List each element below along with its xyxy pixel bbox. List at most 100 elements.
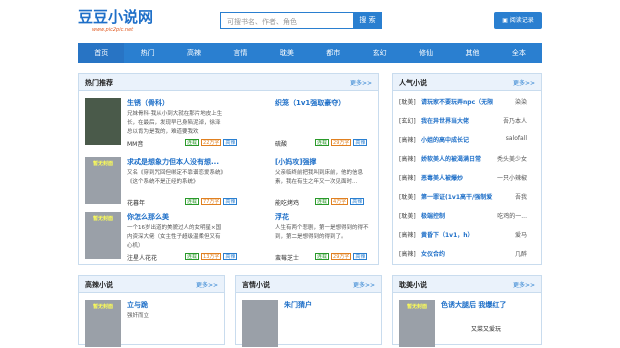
status-badge: 连载 bbox=[185, 198, 200, 205]
list-item[interactable]: [高辣] 娇软美人的被渴满日常 秃头美少女 bbox=[399, 152, 527, 166]
list-item[interactable]: [高辣] 黄昏下（1v1，h） 爱马 bbox=[399, 228, 527, 242]
book-card[interactable]: 暂无封面 立与跪 强奸而立 bbox=[85, 298, 215, 348]
nav-item-other[interactable]: 其他 bbox=[449, 43, 495, 63]
list-item[interactable]: [耽美] 请玩家不要玩弄npc（无限） 染染 bbox=[399, 95, 527, 109]
rank-category: [高辣] bbox=[399, 251, 416, 258]
book-title[interactable]: 朱门猜户 bbox=[284, 300, 384, 310]
cover-placeholder-label: 暂无封面 bbox=[92, 304, 113, 310]
book-desc: 一个16岁出道的美貌过人的女明星×国内资深大佬（女主性子超级温柔但又有心机） bbox=[127, 225, 222, 249]
book-cover[interactable]: 暂无封面 bbox=[85, 300, 121, 347]
category-badge: 高辣 bbox=[353, 253, 368, 260]
rank-author: salofall bbox=[505, 135, 527, 142]
rank-author: 吾我 bbox=[514, 194, 527, 201]
cover-placeholder-label: 暂无封面 bbox=[406, 304, 427, 310]
rank-title[interactable]: 恶毒美人被爆炒 bbox=[421, 173, 493, 182]
rank-author: 一只小辣椒 bbox=[496, 175, 527, 182]
rank-title[interactable]: 黄昏下（1v1，h） bbox=[421, 230, 493, 239]
nav-item-xiuxian[interactable]: 修仙 bbox=[403, 43, 449, 63]
book-author: 注星人花花 bbox=[127, 255, 158, 262]
nav-item-complete[interactable]: 全本 bbox=[496, 43, 542, 63]
logo-subtitle: www.pic2pic.net bbox=[92, 27, 134, 33]
book-card[interactable]: [小妈攻]强撑 父亲临终前把我叫到床前，他的信息素，我在有生之年又一次见面时..… bbox=[235, 155, 375, 209]
category-badge: 高辣 bbox=[353, 139, 368, 146]
word-count-badge: 13万字 bbox=[201, 253, 222, 260]
hot-more-link[interactable]: 更多>> bbox=[350, 78, 372, 87]
rank-title[interactable]: 请玩家不要玩弄npc（无限） bbox=[421, 97, 493, 106]
book-author: 硫酸 bbox=[275, 141, 288, 148]
rank-category: [高辣] bbox=[399, 232, 416, 239]
popular-more-link[interactable]: 更多>> bbox=[513, 78, 535, 87]
nav-item-danmei[interactable]: 耽美 bbox=[264, 43, 310, 63]
book-title[interactable]: 立与跪 bbox=[127, 300, 227, 310]
rank-title[interactable]: 娇软美人的被渴满日常 bbox=[421, 154, 493, 163]
rank-author: 吾乃本人 bbox=[502, 118, 527, 125]
cover-placeholder-label: 暂无封面 bbox=[92, 216, 113, 222]
book-card[interactable]: 浮花 人生有两个悲剧，第一是想得到的得不到，第二是想得到的得到了。 蛮莓芝士 连… bbox=[235, 210, 375, 264]
book-title[interactable]: 你怎么那么美 bbox=[127, 212, 227, 222]
rank-category: [耽美] bbox=[399, 99, 416, 106]
rank-title[interactable]: 极端控制 bbox=[421, 211, 493, 220]
nav-item-romance[interactable]: 言情 bbox=[217, 43, 263, 63]
book-author: MM音 bbox=[127, 141, 144, 148]
rank-title[interactable]: 我在异世界当大佬 bbox=[421, 116, 493, 125]
romance-section: 言情小说 更多>> 朱门猜户 bbox=[235, 275, 382, 348]
nav-item-fantasy[interactable]: 玄幻 bbox=[356, 43, 402, 63]
list-item[interactable]: [耽美] 极端控制 吃鸡的一... bbox=[399, 209, 527, 223]
book-cover[interactable]: 暂无封面 bbox=[399, 300, 435, 347]
rank-author: 几醉 bbox=[514, 251, 527, 258]
site-logo[interactable]: 豆豆小说网 www.pic2pic.net bbox=[78, 6, 153, 33]
search-input[interactable]: 可搜书名、作者、角色 bbox=[220, 12, 353, 29]
status-badge: 连载 bbox=[185, 139, 200, 146]
nav-item-home[interactable]: 首页 bbox=[78, 43, 125, 63]
section-more-link[interactable]: 更多>> bbox=[196, 280, 218, 289]
book-card[interactable]: 朱门猜户 bbox=[242, 298, 372, 348]
logo-title: 豆豆小说网 bbox=[78, 8, 154, 26]
header: 豆豆小说网 www.pic2pic.net 可搜书名、作者、角色 搜 索 ▣ 阅… bbox=[0, 0, 620, 42]
book-author: 能吃烤鸡 bbox=[275, 200, 300, 207]
section-more-link[interactable]: 更多>> bbox=[353, 280, 375, 289]
rank-category: [高辣] bbox=[399, 137, 416, 144]
rank-category: [玄幻] bbox=[399, 118, 416, 125]
book-desc: 强奸而立 bbox=[127, 313, 150, 319]
search-button[interactable]: 搜 索 bbox=[353, 12, 382, 29]
list-item[interactable]: [耽美] 第一罪证(1v1高干/强制爱) 吾我 bbox=[399, 190, 527, 204]
popular-panel: 人气小说 更多>> [耽美] 请玩家不要玩弄npc（无限） 染染 [玄幻] 我在… bbox=[392, 73, 542, 265]
list-item[interactable]: [高辣] 女仪合约 几醉 bbox=[399, 247, 527, 261]
book-card[interactable]: 织笼（1v1强取豪夺） 硫酸 连载 29万字 高辣 bbox=[235, 96, 375, 150]
book-title[interactable]: [小妈攻]强撑 bbox=[275, 157, 375, 167]
book-author: 又菜又爱玩 bbox=[471, 326, 502, 333]
nav-item-urban[interactable]: 都市 bbox=[310, 43, 356, 63]
status-badge: 连载 bbox=[315, 139, 330, 146]
word-count-badge: 77万字 bbox=[201, 198, 222, 205]
list-item[interactable]: [高辣] 恶毒美人被爆炒 一只小辣椒 bbox=[399, 171, 527, 185]
book-cover[interactable]: 暂无封面 bbox=[85, 212, 121, 259]
book-desc: 人生有两个悲剧，第一是想得到的得不到，第二是想得到的得到了。 bbox=[275, 225, 369, 240]
book-title[interactable]: 生锈（骨科） bbox=[127, 98, 227, 108]
nav-item-gaola[interactable]: 高辣 bbox=[171, 43, 217, 63]
section-more-link[interactable]: 更多>> bbox=[513, 280, 535, 289]
danmei-section: 耽美小说 更多>> 暂无封面 色诱大腿后 我爆红了 又菜又爱玩 bbox=[392, 275, 542, 348]
word-count-badge: 4万字 bbox=[331, 198, 349, 205]
book-cover[interactable] bbox=[242, 300, 278, 347]
book-title[interactable]: 织笼（1v1强取豪夺） bbox=[275, 98, 375, 108]
book-card[interactable]: 暂无封面 色诱大腿后 我爆红了 又菜又爱玩 bbox=[399, 298, 529, 348]
nav-item-hot[interactable]: 热门 bbox=[124, 43, 170, 63]
reading-history-button[interactable]: ▣ 阅读记录 bbox=[494, 12, 542, 29]
rank-title[interactable]: 第一罪证(1v1高干/强制爱) bbox=[421, 192, 493, 201]
list-item[interactable]: [高辣] 小姐的高中成长记 salofall bbox=[399, 133, 527, 147]
book-author: 花暮年 bbox=[127, 200, 146, 207]
word-count-badge: 29万字 bbox=[331, 139, 352, 146]
book-title[interactable]: 色诱大腿后 我爆红了 bbox=[441, 300, 541, 310]
gaola-section: 高辣小说 更多>> 暂无封面 立与跪 强奸而立 bbox=[78, 275, 225, 348]
rank-category: [耽美] bbox=[399, 213, 416, 220]
book-title[interactable]: 求忒是想象力但本人没有想... bbox=[127, 157, 227, 167]
list-item[interactable]: [玄幻] 我在异世界当大佬 吾乃本人 bbox=[399, 114, 527, 128]
book-title[interactable]: 浮花 bbox=[275, 212, 375, 222]
main-nav: 首页 热门 高辣 言情 耽美 都市 玄幻 修仙 其他 全本 bbox=[78, 43, 542, 63]
rank-title[interactable]: 小姐的高中成长记 bbox=[421, 135, 493, 144]
book-cover[interactable]: 暂无封面 bbox=[85, 157, 121, 204]
book-author: 蛮莓芝士 bbox=[275, 255, 300, 262]
status-badge: 连载 bbox=[315, 198, 330, 205]
book-cover[interactable] bbox=[85, 98, 121, 145]
rank-title[interactable]: 女仪合约 bbox=[421, 249, 493, 258]
